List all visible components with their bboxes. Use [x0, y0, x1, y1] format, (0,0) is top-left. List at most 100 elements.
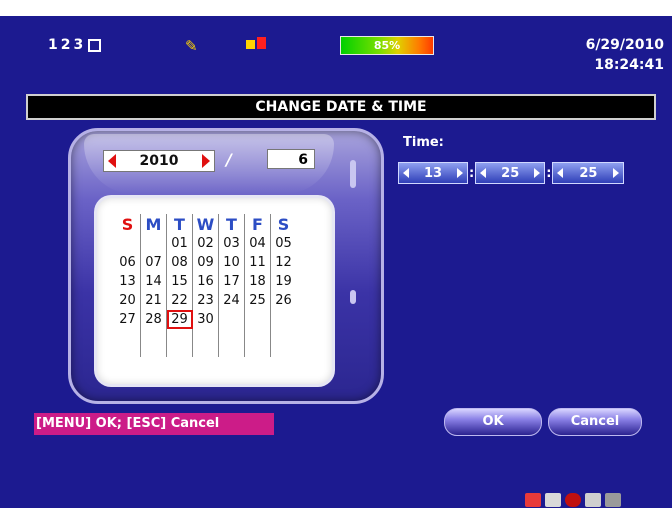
calendar-day[interactable]: 20	[115, 291, 141, 310]
settings-icon[interactable]	[605, 493, 621, 507]
minute-value: 25	[501, 165, 520, 181]
calendar-week-row: 06 07 08 09 10 11 12	[115, 253, 296, 272]
calendar-week-row	[115, 329, 296, 357]
calendar-day[interactable]: 29	[166, 310, 193, 329]
panel-notch	[350, 160, 356, 188]
calendar-empty-cell	[218, 329, 245, 357]
hdd-usage-bar: 85%	[340, 36, 434, 55]
calendar-week-row: 01 02 03 04 05	[115, 234, 296, 253]
year-value: 2010	[139, 153, 179, 169]
calendar-empty-cell	[115, 329, 141, 357]
calendar-grid: SMTWTFS 01 02 03 04 05 06 07 08 09 10 11 12 13 14 15 16…	[97, 198, 332, 384]
weekday-header: S	[270, 214, 296, 234]
key-hint: [MENU] OK; [ESC] Cancel	[34, 413, 274, 435]
channel-box-icon	[88, 38, 102, 52]
year-next-arrow-icon[interactable]	[202, 154, 210, 168]
calendar-day[interactable]: 03	[218, 234, 245, 253]
year-prev-arrow-icon[interactable]	[108, 154, 116, 168]
time-separator: :	[469, 165, 475, 181]
calendar-empty-cell	[192, 329, 219, 357]
calendar-week-row: 13 14 15 16 17 18 19	[115, 272, 296, 291]
calendar-day[interactable]: 07	[140, 253, 167, 272]
calendar-day[interactable]: 28	[140, 310, 167, 329]
calendar-empty-cell	[218, 310, 245, 329]
ok-button[interactable]: OK	[444, 408, 542, 436]
calendar-day[interactable]: 11	[244, 253, 271, 272]
calendar-day[interactable]: 05	[270, 234, 296, 253]
second-field[interactable]: 25	[552, 162, 625, 184]
date-separator: /	[226, 150, 232, 169]
calendar-day[interactable]: 19	[270, 272, 296, 291]
calendar-day[interactable]: 18	[244, 272, 271, 291]
calendar-empty-cell	[140, 234, 167, 253]
month-field[interactable]: 6	[267, 149, 315, 169]
calendar-day[interactable]: 15	[166, 272, 193, 291]
calendar-day[interactable]: 26	[270, 291, 296, 310]
panel-notch	[350, 290, 356, 304]
channel-digits: 123	[48, 37, 87, 53]
weekday-header: M	[140, 214, 167, 234]
calendar-day[interactable]: 17	[218, 272, 245, 291]
channel-indicator: 123	[48, 37, 102, 57]
hour-value: 13	[423, 165, 443, 181]
status-date: 6/29/2010	[585, 37, 664, 53]
time-label: Time:	[403, 135, 444, 150]
calendar-day[interactable]: 02	[192, 234, 219, 253]
display-icon[interactable]	[545, 493, 561, 507]
calendar-day[interactable]: 04	[244, 234, 271, 253]
calendar-day[interactable]: 25	[244, 291, 271, 310]
calendar-day[interactable]: 27	[115, 310, 141, 329]
minute-next-arrow-icon[interactable]	[534, 168, 541, 178]
calendar-week-row: 27 28 29 30	[115, 310, 296, 329]
weekday-header: F	[244, 214, 271, 234]
hour-next-arrow-icon[interactable]	[457, 168, 463, 178]
calendar-empty-cell	[244, 310, 271, 329]
calendar-day[interactable]: 12	[270, 253, 296, 272]
calendar-day[interactable]: 06	[115, 253, 141, 272]
second-next-arrow-icon[interactable]	[613, 168, 620, 178]
calendar-day[interactable]: 22	[166, 291, 193, 310]
cancel-button[interactable]: Cancel	[548, 408, 642, 436]
calendar-week-row: 20 21 22 23 24 25 26	[115, 291, 296, 310]
calendar-day[interactable]: 14	[140, 272, 167, 291]
system-tray	[525, 493, 621, 507]
time-separator: :	[546, 165, 552, 181]
hour-field[interactable]: 13	[398, 162, 468, 184]
calendar-day[interactable]: 30	[192, 310, 219, 329]
calendar-day[interactable]: 08	[166, 253, 193, 272]
record-status-icon[interactable]	[565, 493, 581, 507]
calendar-empty-cell	[244, 329, 271, 357]
calendar-day[interactable]: 01	[166, 234, 193, 253]
calendar-day[interactable]: 09	[192, 253, 219, 272]
weekday-header: T	[218, 214, 245, 234]
calendar-empty-cell	[270, 329, 296, 357]
calendar-day[interactable]: 21	[140, 291, 167, 310]
calendar-empty-cell	[115, 234, 141, 253]
weekday-header: W	[192, 214, 219, 234]
network-icon	[246, 37, 266, 57]
calendar-day[interactable]: 24	[218, 291, 245, 310]
hour-prev-arrow-icon[interactable]	[403, 168, 409, 178]
year-selector[interactable]: 2010	[103, 150, 215, 172]
calendar-empty-cell	[140, 329, 167, 357]
calendar-day[interactable]: 10	[218, 253, 245, 272]
calendar-empty-cell	[270, 310, 296, 329]
minute-prev-arrow-icon[interactable]	[480, 168, 487, 178]
hdd-usage-text: 85%	[373, 39, 401, 52]
lock-icon[interactable]	[525, 493, 541, 507]
dialog-title: CHANGE DATE & TIME	[26, 94, 656, 120]
weekday-header: T	[166, 214, 193, 234]
calendar-day[interactable]: 13	[115, 272, 141, 291]
calendar-day[interactable]: 16	[192, 272, 219, 291]
status-time: 18:24:41	[594, 57, 664, 73]
calendar-empty-cell	[166, 329, 193, 357]
top-white-strip	[0, 0, 672, 16]
minute-field[interactable]: 25	[475, 162, 546, 184]
record-icon: ✎	[185, 37, 198, 55]
second-value: 25	[579, 165, 598, 181]
calendar-table: SMTWTFS 01 02 03 04 05 06 07 08 09 10 11 12 13 14 15 16…	[115, 214, 296, 357]
time-selector: 13 : 25 : 25	[398, 162, 625, 184]
calendar-day[interactable]: 23	[192, 291, 219, 310]
folder-icon[interactable]	[585, 493, 601, 507]
second-prev-arrow-icon[interactable]	[557, 168, 564, 178]
